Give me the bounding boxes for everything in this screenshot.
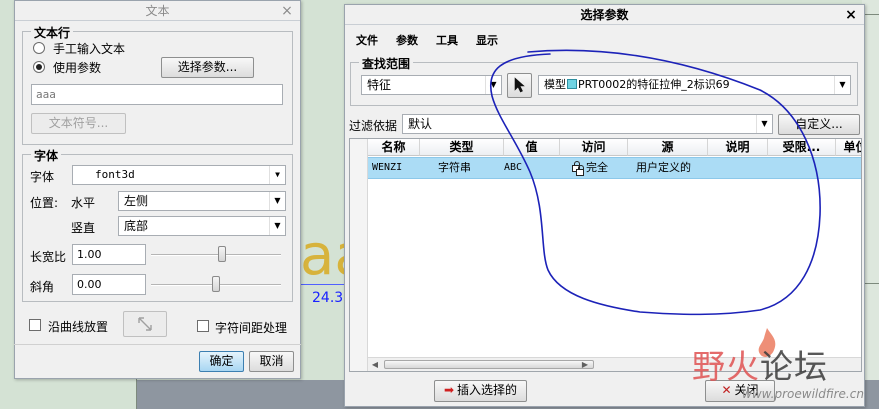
part-model-icon — [567, 79, 577, 89]
font-select-value: font3d — [95, 168, 135, 181]
radio-manual-text[interactable] — [33, 42, 45, 54]
text-symbol-button[interactable]: 文本符号... — [31, 113, 126, 134]
chevron-down-icon: ▼ — [269, 192, 285, 210]
text-line-group-title: 文本行 — [31, 24, 74, 41]
aspect-ratio-field[interactable]: 1.00 — [72, 244, 146, 265]
table-row[interactable]: WENZI 字符串 ABC 完全 用户定义的 — [368, 157, 861, 179]
parameter-table: 名称 类型 值 访问 源 说明 受限... 单位 WENZI 字符串 ABC 完… — [349, 138, 862, 372]
watermark-dark-text: 论坛 — [760, 347, 828, 386]
char-spacing-label: 字符间距处理 — [215, 321, 288, 335]
menu-display[interactable]: 显示 — [476, 32, 498, 48]
position-label: 位置: — [30, 196, 59, 210]
dimension-line — [300, 284, 346, 285]
menu-tools[interactable]: 工具 — [436, 32, 458, 48]
dimension-label: 24.3 — [312, 290, 344, 306]
filter-select[interactable]: 默认 ▼ — [402, 114, 773, 134]
chevron-down-icon: ▼ — [756, 115, 772, 133]
model-select-prefix: 模型 — [544, 78, 566, 91]
model-select-value: PRT0002的特征拉伸_2标识69 — [578, 78, 730, 91]
column-header-unit[interactable]: 单位 — [836, 139, 861, 156]
cell-access-text: 完全 — [586, 161, 608, 174]
along-curve-label: 沿曲线放置 — [48, 320, 109, 334]
radio-use-parameter[interactable] — [33, 61, 45, 73]
filter-label: 过滤依据 — [349, 119, 398, 133]
text-value-field[interactable]: aaa — [31, 84, 283, 105]
arrow-right-icon: ➡ — [443, 383, 455, 397]
radio-use-parameter-label: 使用参数 — [53, 61, 102, 75]
column-header-name[interactable]: 名称 — [368, 139, 420, 156]
cell-source: 用户定义的 — [636, 161, 691, 174]
vertical-label: 竖直 — [71, 221, 96, 235]
column-header-restricted[interactable]: 受限... — [768, 139, 836, 156]
flip-arrows-icon — [138, 317, 152, 331]
vertical-select[interactable]: 底部 ▼ — [118, 216, 286, 236]
forum-watermark: 野火论坛 — [692, 340, 828, 388]
font-label: 字体 — [30, 170, 55, 184]
lock-icon — [576, 165, 584, 176]
scroll-left-icon[interactable]: ◀ — [368, 358, 382, 371]
customize-button[interactable]: 自定义... — [778, 114, 860, 135]
close-icon[interactable]: × — [844, 5, 858, 25]
chevron-down-icon: ▼ — [269, 217, 285, 235]
insert-selected-label: 插入选择的 — [457, 383, 518, 397]
flip-direction-button[interactable] — [123, 311, 167, 337]
watermark-red-text: 野火 — [692, 347, 760, 386]
select-parameter-button[interactable]: 选择参数... — [161, 57, 254, 78]
column-header-description[interactable]: 说明 — [708, 139, 768, 156]
slant-label: 斜角 — [30, 280, 55, 294]
row-header-column — [350, 139, 368, 371]
cell-access: 完全 — [572, 158, 608, 178]
scope-select[interactable]: 特征 ▼ — [361, 75, 502, 95]
vertical-select-value: 底部 — [124, 219, 149, 233]
radio-manual-text-label: 手工输入文本 — [53, 42, 126, 56]
cell-name: WENZI — [372, 162, 403, 173]
close-icon[interactable]: × — [280, 1, 294, 21]
chevron-down-icon: ▼ — [485, 76, 501, 94]
font-group-title: 字体 — [31, 147, 62, 164]
cancel-button[interactable]: 取消 — [249, 351, 294, 372]
column-header-access[interactable]: 访问 — [560, 139, 628, 156]
dialog-divider — [14, 344, 301, 345]
cell-value: ABC — [504, 162, 523, 173]
chevron-down-icon: ▼ — [834, 76, 850, 94]
select-parameter-title: 选择参数 — [580, 8, 629, 22]
scrollbar-thumb[interactable] — [384, 360, 594, 369]
scroll-right-icon[interactable]: ▶ — [578, 358, 592, 371]
select-parameter-titlebar: 选择参数 × — [345, 5, 864, 25]
column-header-source[interactable]: 源 — [628, 139, 708, 156]
horizontal-label: 水平 — [71, 196, 96, 210]
model-select[interactable]: 模型 PRT0002的特征拉伸_2标识69 ▼ — [538, 75, 851, 95]
along-curve-checkbox[interactable] — [29, 319, 41, 331]
font-select[interactable]: font3d ▼ — [72, 165, 286, 185]
slant-field[interactable]: 0.00 — [72, 274, 146, 295]
cell-type: 字符串 — [438, 161, 471, 174]
menu-parameters[interactable]: 参数 — [396, 32, 418, 48]
insert-selected-button[interactable]: ➡ 插入选择的 — [434, 380, 527, 402]
search-scope-title: 查找范围 — [359, 55, 414, 72]
aspect-ratio-label: 长宽比 — [30, 250, 67, 264]
chevron-down-icon: ▼ — [269, 166, 285, 184]
column-header-type[interactable]: 类型 — [420, 139, 504, 156]
pick-model-button[interactable] — [507, 73, 532, 98]
aspect-ratio-slider-track — [151, 254, 281, 256]
watermark-url: www.proewildfire.cn — [742, 387, 864, 401]
column-header-value[interactable]: 值 — [504, 139, 560, 156]
horizontal-select[interactable]: 左侧 ▼ — [118, 191, 286, 211]
slant-slider[interactable] — [212, 276, 220, 292]
text-dialog-titlebar: 文本 × — [15, 1, 300, 21]
cursor-arrow-icon — [514, 77, 525, 93]
filter-select-value: 默认 — [408, 117, 433, 131]
aspect-ratio-slider[interactable] — [218, 246, 227, 262]
menu-file[interactable]: 文件 — [356, 32, 378, 48]
horizontal-select-value: 左侧 — [124, 194, 149, 208]
text-dialog-title: 文本 — [145, 4, 170, 18]
char-spacing-checkbox[interactable] — [197, 320, 209, 332]
scope-select-value: 特征 — [367, 78, 392, 92]
ok-button[interactable]: 确定 — [199, 351, 244, 372]
